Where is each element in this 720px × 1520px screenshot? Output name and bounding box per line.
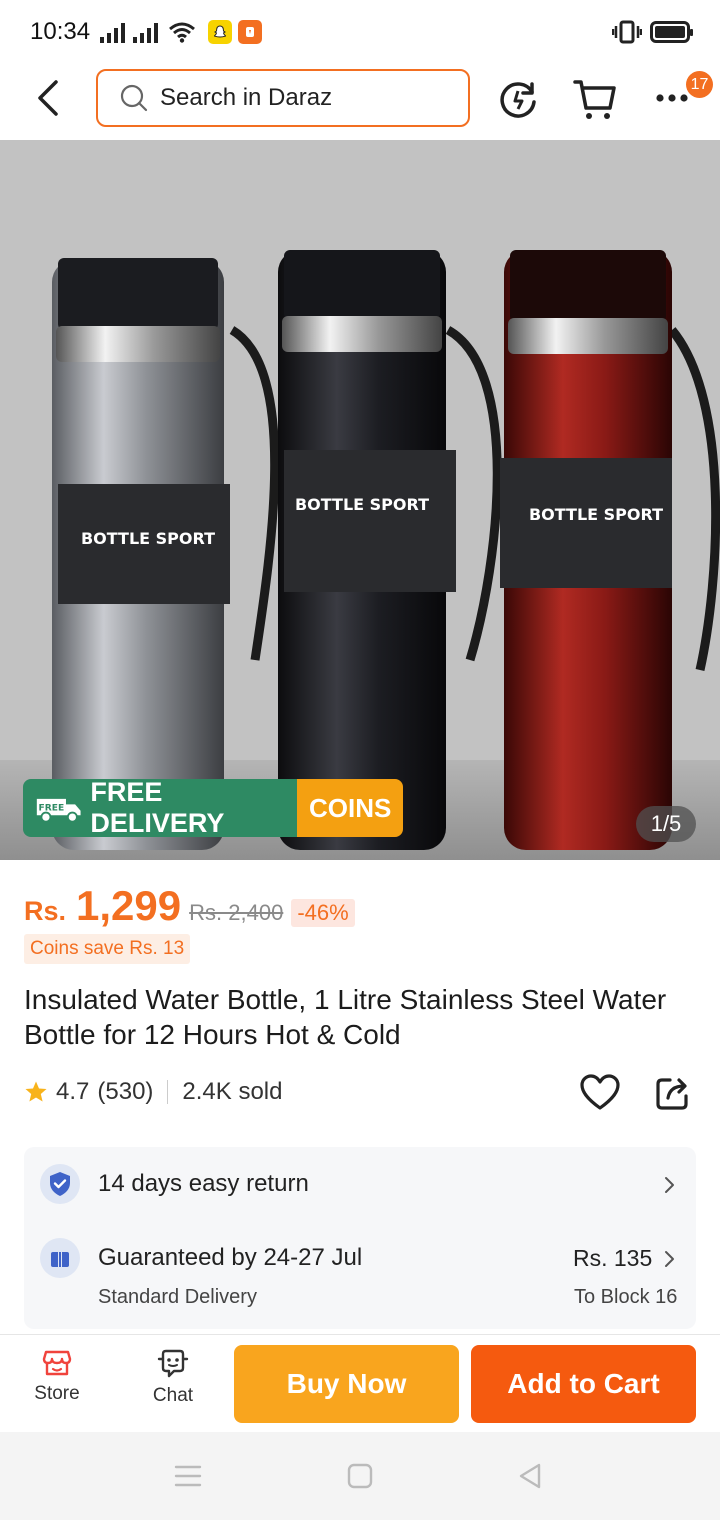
bottom-action-bar: Store Chat Buy Now Add to Cart [0,1334,720,1432]
service-card: 14 days easy return Guaranteed by 24-27 … [24,1147,696,1329]
history-icon[interactable] [496,78,540,122]
bottle-label-text: BOTTLE SPORT [295,495,429,514]
battery-icon [650,21,693,43]
system-navigation-bar [0,1432,720,1520]
chat-label: Chat [152,1385,194,1406]
back-button[interactable] [28,78,68,118]
review-count: (530) [97,1078,154,1105]
add-to-cart-button[interactable]: Add to Cart [471,1345,696,1423]
bottle-label-text: BOTTLE SPORT [81,529,215,548]
store-icon [42,1350,72,1376]
delivery-location-text: To Block 16 [574,1286,678,1308]
rating-divider [167,1080,169,1104]
promo-badge: FREE FREE DELIVERY COINS [23,779,403,837]
product-photo: BOTTLE SPORT BOTTLE SPORT BOTTLE SPORT [0,140,720,860]
product-title: Insulated Water Bottle, 1 Litre Stainles… [24,984,667,1050]
back-arrow-icon [38,80,58,116]
menu-icon[interactable] [174,1464,202,1488]
wifi-icon [169,22,196,43]
status-bar: 10:34 [0,0,720,64]
coins-save-badge: Coins save Rs. 13 [24,934,191,964]
rating-row[interactable]: 4.7 (530) 2.4K sold [24,1078,282,1106]
delivery-type-text: Standard Delivery [98,1286,257,1308]
product-image-carousel[interactable]: BOTTLE SPORT BOTTLE SPORT BOTTLE SPORT F… [0,140,720,860]
price-value: 1,299 [76,882,182,929]
free-tag-text: FREE [39,804,65,814]
price-currency: Rs. [24,896,67,926]
rating-value: 4.7 [56,1078,90,1105]
buy-now-button[interactable]: Buy Now [234,1345,459,1423]
notification-badge: 17 [686,71,713,98]
signal-icon [100,21,126,43]
free-delivery-text: FREE DELIVERY [90,779,225,837]
search-input[interactable]: Search in Daraz [96,69,470,127]
search-placeholder: Search in Daraz [160,84,333,111]
delivery-box-icon [40,1238,80,1278]
chat-icon [157,1349,189,1378]
signal-icon [133,21,159,43]
delivery-price: Rs. 135 [573,1245,653,1271]
chevron-right-icon[interactable] [662,1175,676,1195]
chevron-right-icon[interactable] [662,1249,676,1269]
share-icon[interactable] [654,1074,692,1112]
store-label: Store [34,1383,80,1404]
bottle-label-text: BOTTLE SPORT [529,505,663,524]
wishlist-heart-icon[interactable] [580,1074,620,1112]
search-icon [120,84,148,112]
back-nav-icon[interactable] [517,1462,543,1490]
return-policy-text[interactable]: 14 days easy return [98,1170,309,1198]
status-time: 10:34 [30,18,91,45]
store-button[interactable]: Store [20,1349,94,1419]
free-delivery-badge: FREE FREE DELIVERY [23,779,297,837]
delivery-truck-icon: FREE [36,798,81,823]
coins-badge: COINS [297,779,403,837]
chat-button[interactable]: Chat [136,1349,210,1419]
shield-check-icon [40,1164,80,1204]
snapchat-icon [208,20,233,44]
app-notification-icon [238,20,263,44]
star-icon [25,1081,47,1102]
original-price: Rs. 2,400 [189,900,284,925]
home-icon[interactable] [347,1463,373,1489]
discount-badge: -46% [291,899,355,927]
price-row: Rs. 1,299 Rs. 2,400 -46% [24,882,355,930]
vibrate-icon [612,20,642,44]
top-navigation: Search in Daraz 17 [0,64,720,140]
sold-count: 2.4K sold [182,1078,283,1105]
cart-icon[interactable] [572,76,618,122]
delivery-guarantee-text[interactable]: Guaranteed by 24-27 Jul [98,1244,362,1272]
image-counter: 1/5 [636,806,696,842]
